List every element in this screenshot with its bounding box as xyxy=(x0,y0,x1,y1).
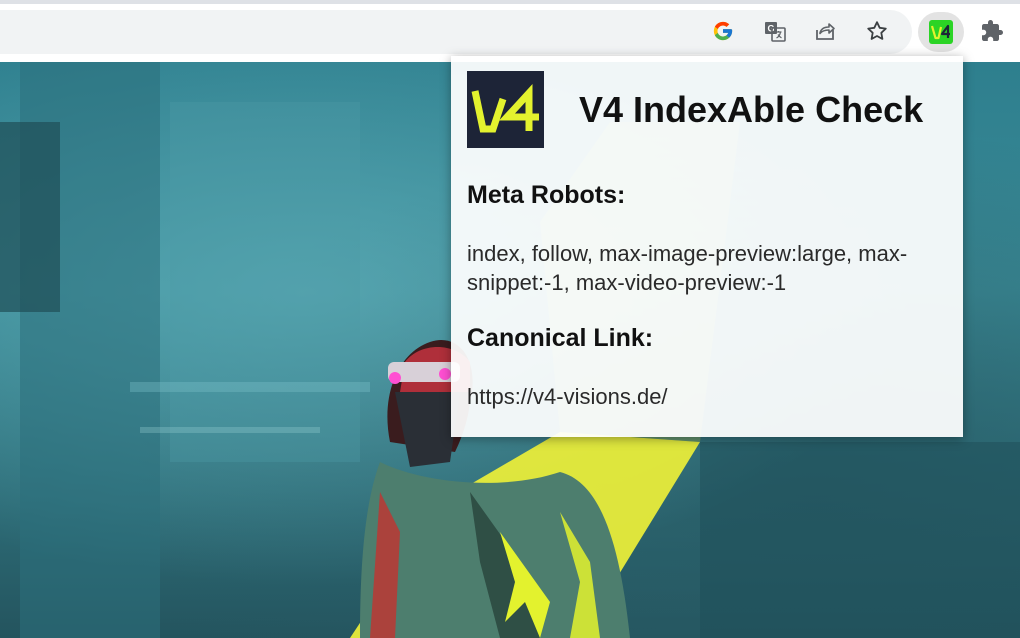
meta-robots-value: index, follow, max-image-preview:large, … xyxy=(467,241,908,295)
extension-popup: V4 IndexAble Check Meta Robots: index, f… xyxy=(451,56,963,437)
puzzle-extensions-icon[interactable] xyxy=(977,16,1007,46)
v4-extension-button[interactable] xyxy=(918,12,964,52)
meta-robots-heading: Meta Robots: xyxy=(467,181,626,209)
canonical-link-value[interactable]: https://v4-visions.de/ xyxy=(467,382,937,411)
star-icon[interactable] xyxy=(862,16,892,46)
toolbar-top-strip xyxy=(0,0,1020,4)
v4-logo xyxy=(467,71,544,148)
v4-extension-icon xyxy=(929,20,953,44)
google-icon[interactable] xyxy=(708,16,738,46)
share-icon[interactable] xyxy=(810,16,840,46)
translate-icon[interactable]: G xyxy=(760,16,790,46)
canonical-link-heading: Canonical Link: xyxy=(467,324,654,352)
browser-toolbar: G xyxy=(0,0,1020,62)
popup-title: V4 IndexAble Check xyxy=(579,89,924,130)
